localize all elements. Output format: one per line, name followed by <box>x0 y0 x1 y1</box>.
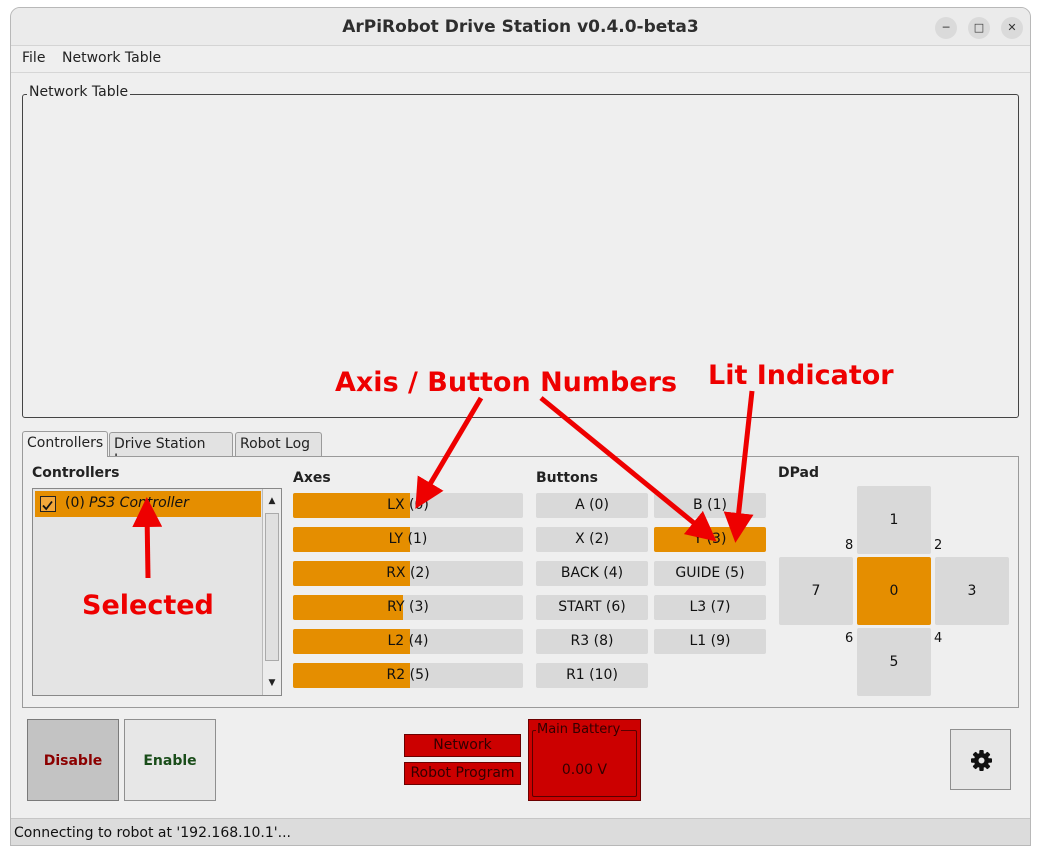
controllers-heading: Controllers <box>32 465 120 481</box>
annotation-selected: Selected <box>82 590 214 621</box>
enable-button[interactable]: Enable <box>124 719 216 801</box>
dpad-corner-br: 4 <box>934 631 943 646</box>
settings-button[interactable] <box>950 729 1011 790</box>
dpad-up: 1 <box>857 486 931 554</box>
minimize-icon[interactable]: ─ <box>935 17 957 39</box>
main-battery-indicator: Main Battery 0.00 V <box>528 719 641 801</box>
buttons-heading: Buttons <box>536 470 598 486</box>
title-bar[interactable]: ArPiRobot Drive Station v0.4.0-beta3 ─ □… <box>11 8 1030 46</box>
disable-label: Disable <box>43 753 103 769</box>
axis-label: L2 (4) <box>387 633 429 649</box>
axis-label: LY (1) <box>388 531 428 547</box>
status-bar: Connecting to robot at '192.168.10.1'... <box>11 818 1030 845</box>
controller-index: (0) <box>65 495 85 511</box>
controller-name: PS3 Controller <box>89 495 189 511</box>
dpad-corner-bl: 6 <box>845 631 854 646</box>
button-indicator: X (2) <box>536 527 648 552</box>
gear-icon <box>971 750 992 771</box>
axis-label: LX (0) <box>387 497 429 513</box>
axis-bar: L2 (4) <box>293 629 523 654</box>
axis-bar: RY (3) <box>293 595 523 620</box>
enable-label: Enable <box>143 753 197 769</box>
scroll-up-icon[interactable]: ▲ <box>264 491 280 511</box>
button-indicator: GUIDE (5) <box>654 561 766 586</box>
button-indicator: START (6) <box>536 595 648 620</box>
disable-button[interactable]: Disable <box>27 719 119 801</box>
menu-bar: File Network Table <box>11 46 1030 73</box>
scroll-track[interactable] <box>265 513 279 661</box>
axis-bar: LY (1) <box>293 527 523 552</box>
button-indicator: L1 (9) <box>654 629 766 654</box>
dpad-corner-tl: 8 <box>845 538 854 553</box>
axes-heading: Axes <box>293 470 331 486</box>
close-icon[interactable]: ✕ <box>1001 17 1023 39</box>
scroll-down-icon[interactable]: ▼ <box>264 673 280 693</box>
annotation-lit-indicator: Lit Indicator <box>708 360 894 391</box>
checkmark-icon <box>42 500 53 511</box>
battery-value: 0.00 V <box>561 762 608 778</box>
axis-label: RX (2) <box>386 565 430 581</box>
axis-bar: R2 (5) <box>293 663 523 688</box>
network-indicator: Network <box>404 734 521 757</box>
button-indicator: R1 (10) <box>536 663 648 688</box>
status-text: Connecting to robot at '192.168.10.1'... <box>14 825 291 841</box>
menu-network-table[interactable]: Network Table <box>62 50 161 66</box>
menu-file[interactable]: File <box>22 50 45 66</box>
dpad-center: 0 <box>857 557 931 625</box>
tab-controllers[interactable]: Controllers <box>22 431 108 457</box>
annotation-axis-button-numbers: Axis / Button Numbers <box>335 367 678 398</box>
button-indicator: L3 (7) <box>654 595 766 620</box>
network-table-label: Network Table <box>27 84 131 100</box>
list-item[interactable]: (0) PS3 Controller <box>35 491 261 517</box>
axis-bar: RX (2) <box>293 561 523 586</box>
dpad-corner-tr: 2 <box>934 538 943 553</box>
axis-label: RY (3) <box>387 599 429 615</box>
button-indicator: B (1) <box>654 493 766 518</box>
axis-label: R2 (5) <box>386 667 430 683</box>
window-title: ArPiRobot Drive Station v0.4.0-beta3 <box>342 17 699 37</box>
dpad-heading: DPad <box>778 465 819 481</box>
robot-program-indicator: Robot Program <box>404 762 521 785</box>
tab-robot-log[interactable]: Robot Log <box>235 432 322 457</box>
axis-bar: LX (0) <box>293 493 523 518</box>
button-indicator: Y (3) <box>654 527 766 552</box>
dpad-right: 3 <box>935 557 1009 625</box>
dpad-left: 7 <box>779 557 853 625</box>
maximize-icon[interactable]: □ <box>968 17 990 39</box>
checkbox[interactable] <box>40 496 56 512</box>
dpad-down: 5 <box>857 628 931 696</box>
button-indicator: R3 (8) <box>536 629 648 654</box>
tab-drive-station-log[interactable]: Drive Station Log <box>109 432 233 468</box>
main-window: ArPiRobot Drive Station v0.4.0-beta3 ─ □… <box>10 7 1031 846</box>
button-indicator: A (0) <box>536 493 648 518</box>
scrollbar[interactable]: ▲ ▼ <box>262 489 281 695</box>
battery-label: Main Battery <box>536 722 622 737</box>
button-indicator: BACK (4) <box>536 561 648 586</box>
